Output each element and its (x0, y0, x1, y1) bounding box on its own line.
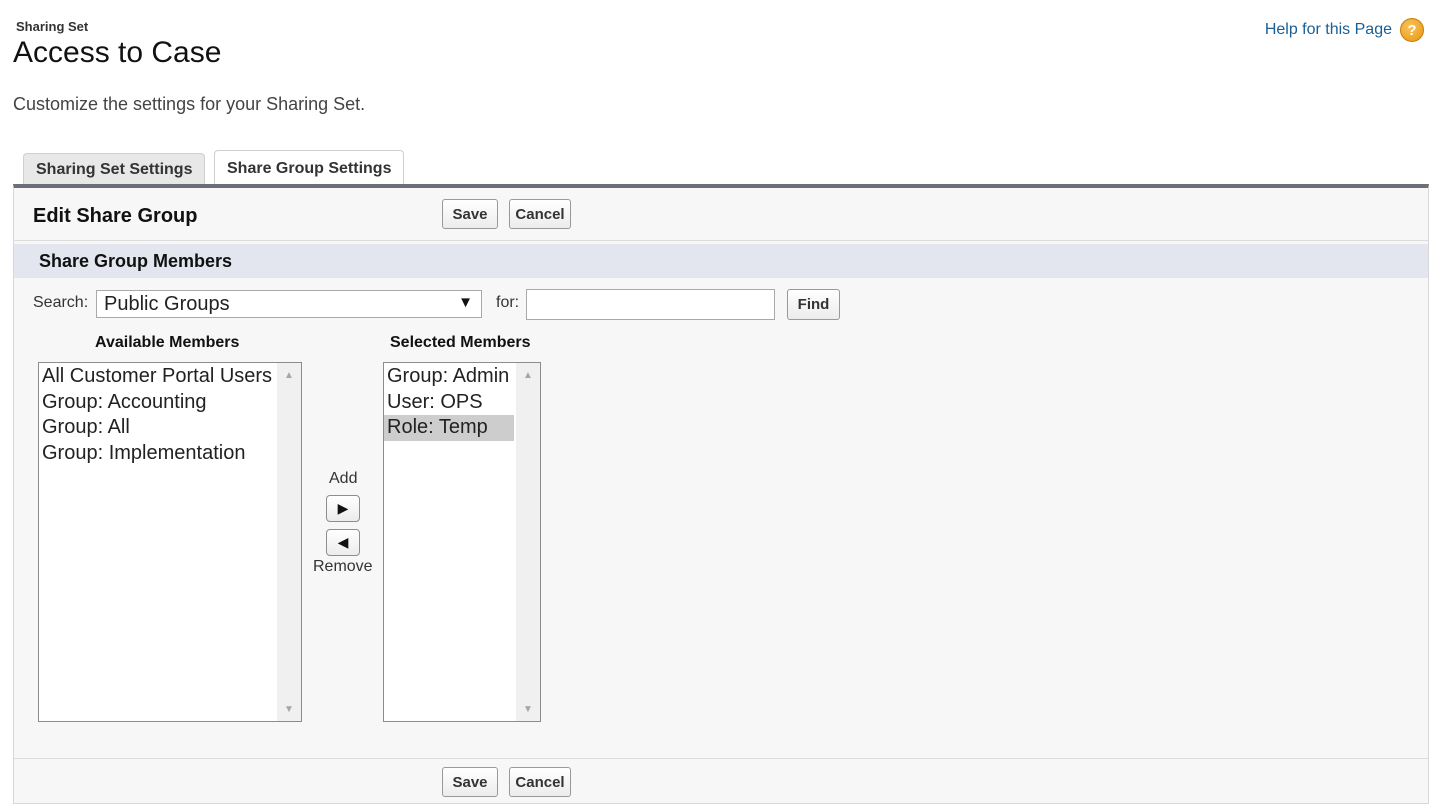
available-members-title: Available Members (95, 334, 240, 351)
section-title: Share Group Members (39, 251, 233, 271)
list-item-selected[interactable]: Role: Temp (384, 415, 514, 441)
arrow-left-icon: ◀ (337, 534, 349, 550)
list-item[interactable]: User: OPS (384, 390, 514, 416)
scrollbar[interactable]: ▲ ▼ (516, 363, 540, 721)
arrow-right-icon: ▶ (337, 500, 349, 516)
scroll-down-icon[interactable]: ▼ (516, 699, 540, 719)
list-item[interactable]: Group: All (39, 415, 275, 441)
search-scope-select[interactable]: Public Groups ▼ (96, 290, 482, 318)
list-item[interactable]: Group: Admin (384, 364, 514, 390)
add-button[interactable]: ▶ (326, 495, 360, 522)
selected-members-list[interactable]: Group: Admin User: OPS Role: Temp ▲ ▼ (383, 362, 541, 722)
save-button[interactable]: Save (442, 199, 498, 229)
for-label: for: (496, 294, 520, 311)
scroll-up-icon[interactable]: ▲ (277, 365, 301, 385)
selected-members-title: Selected Members (390, 334, 531, 351)
question-circle-icon[interactable]: ? (1400, 18, 1424, 42)
footer-cancel-button[interactable]: Cancel (509, 767, 571, 797)
scroll-down-icon[interactable]: ▼ (277, 699, 301, 719)
breadcrumb: Sharing Set (16, 19, 89, 34)
page-description: Customize the settings for your Sharing … (13, 94, 366, 114)
available-members-list[interactable]: All Customer Portal Users Group: Account… (38, 362, 302, 722)
scroll-up-icon[interactable]: ▲ (516, 365, 540, 385)
dropdown-arrow-icon: ▼ (458, 294, 473, 311)
cancel-button[interactable]: Cancel (509, 199, 571, 229)
search-scope-value: Public Groups (104, 292, 230, 315)
panel-title: Edit Share Group (33, 205, 198, 227)
help-link[interactable]: Help for this Page (1265, 21, 1392, 39)
tab-share-group-settings[interactable]: Share Group Settings (214, 150, 405, 187)
remove-button[interactable]: ◀ (326, 529, 360, 556)
list-item[interactable]: Group: Implementation (39, 441, 275, 467)
scrollbar[interactable]: ▲ ▼ (277, 363, 301, 721)
tab-sharing-set-settings[interactable]: Sharing Set Settings (23, 153, 206, 186)
find-button[interactable]: Find (787, 289, 840, 320)
page-title: Access to Case (13, 36, 222, 69)
header-divider (14, 240, 1428, 241)
footer-divider (14, 758, 1428, 759)
help-link-group[interactable]: Help for this Page ? (1265, 18, 1424, 42)
search-label: Search: (33, 294, 89, 311)
footer-save-button[interactable]: Save (442, 767, 498, 797)
search-input[interactable] (526, 289, 775, 320)
section-header: Share Group Members (14, 244, 1428, 278)
list-item[interactable]: All Customer Portal Users (39, 364, 275, 390)
add-label: Add (329, 470, 358, 487)
edit-share-group-panel: Edit Share Group Save Cancel Share Group… (13, 184, 1429, 804)
remove-label: Remove (313, 558, 373, 575)
list-item[interactable]: Group: Accounting (39, 390, 275, 416)
